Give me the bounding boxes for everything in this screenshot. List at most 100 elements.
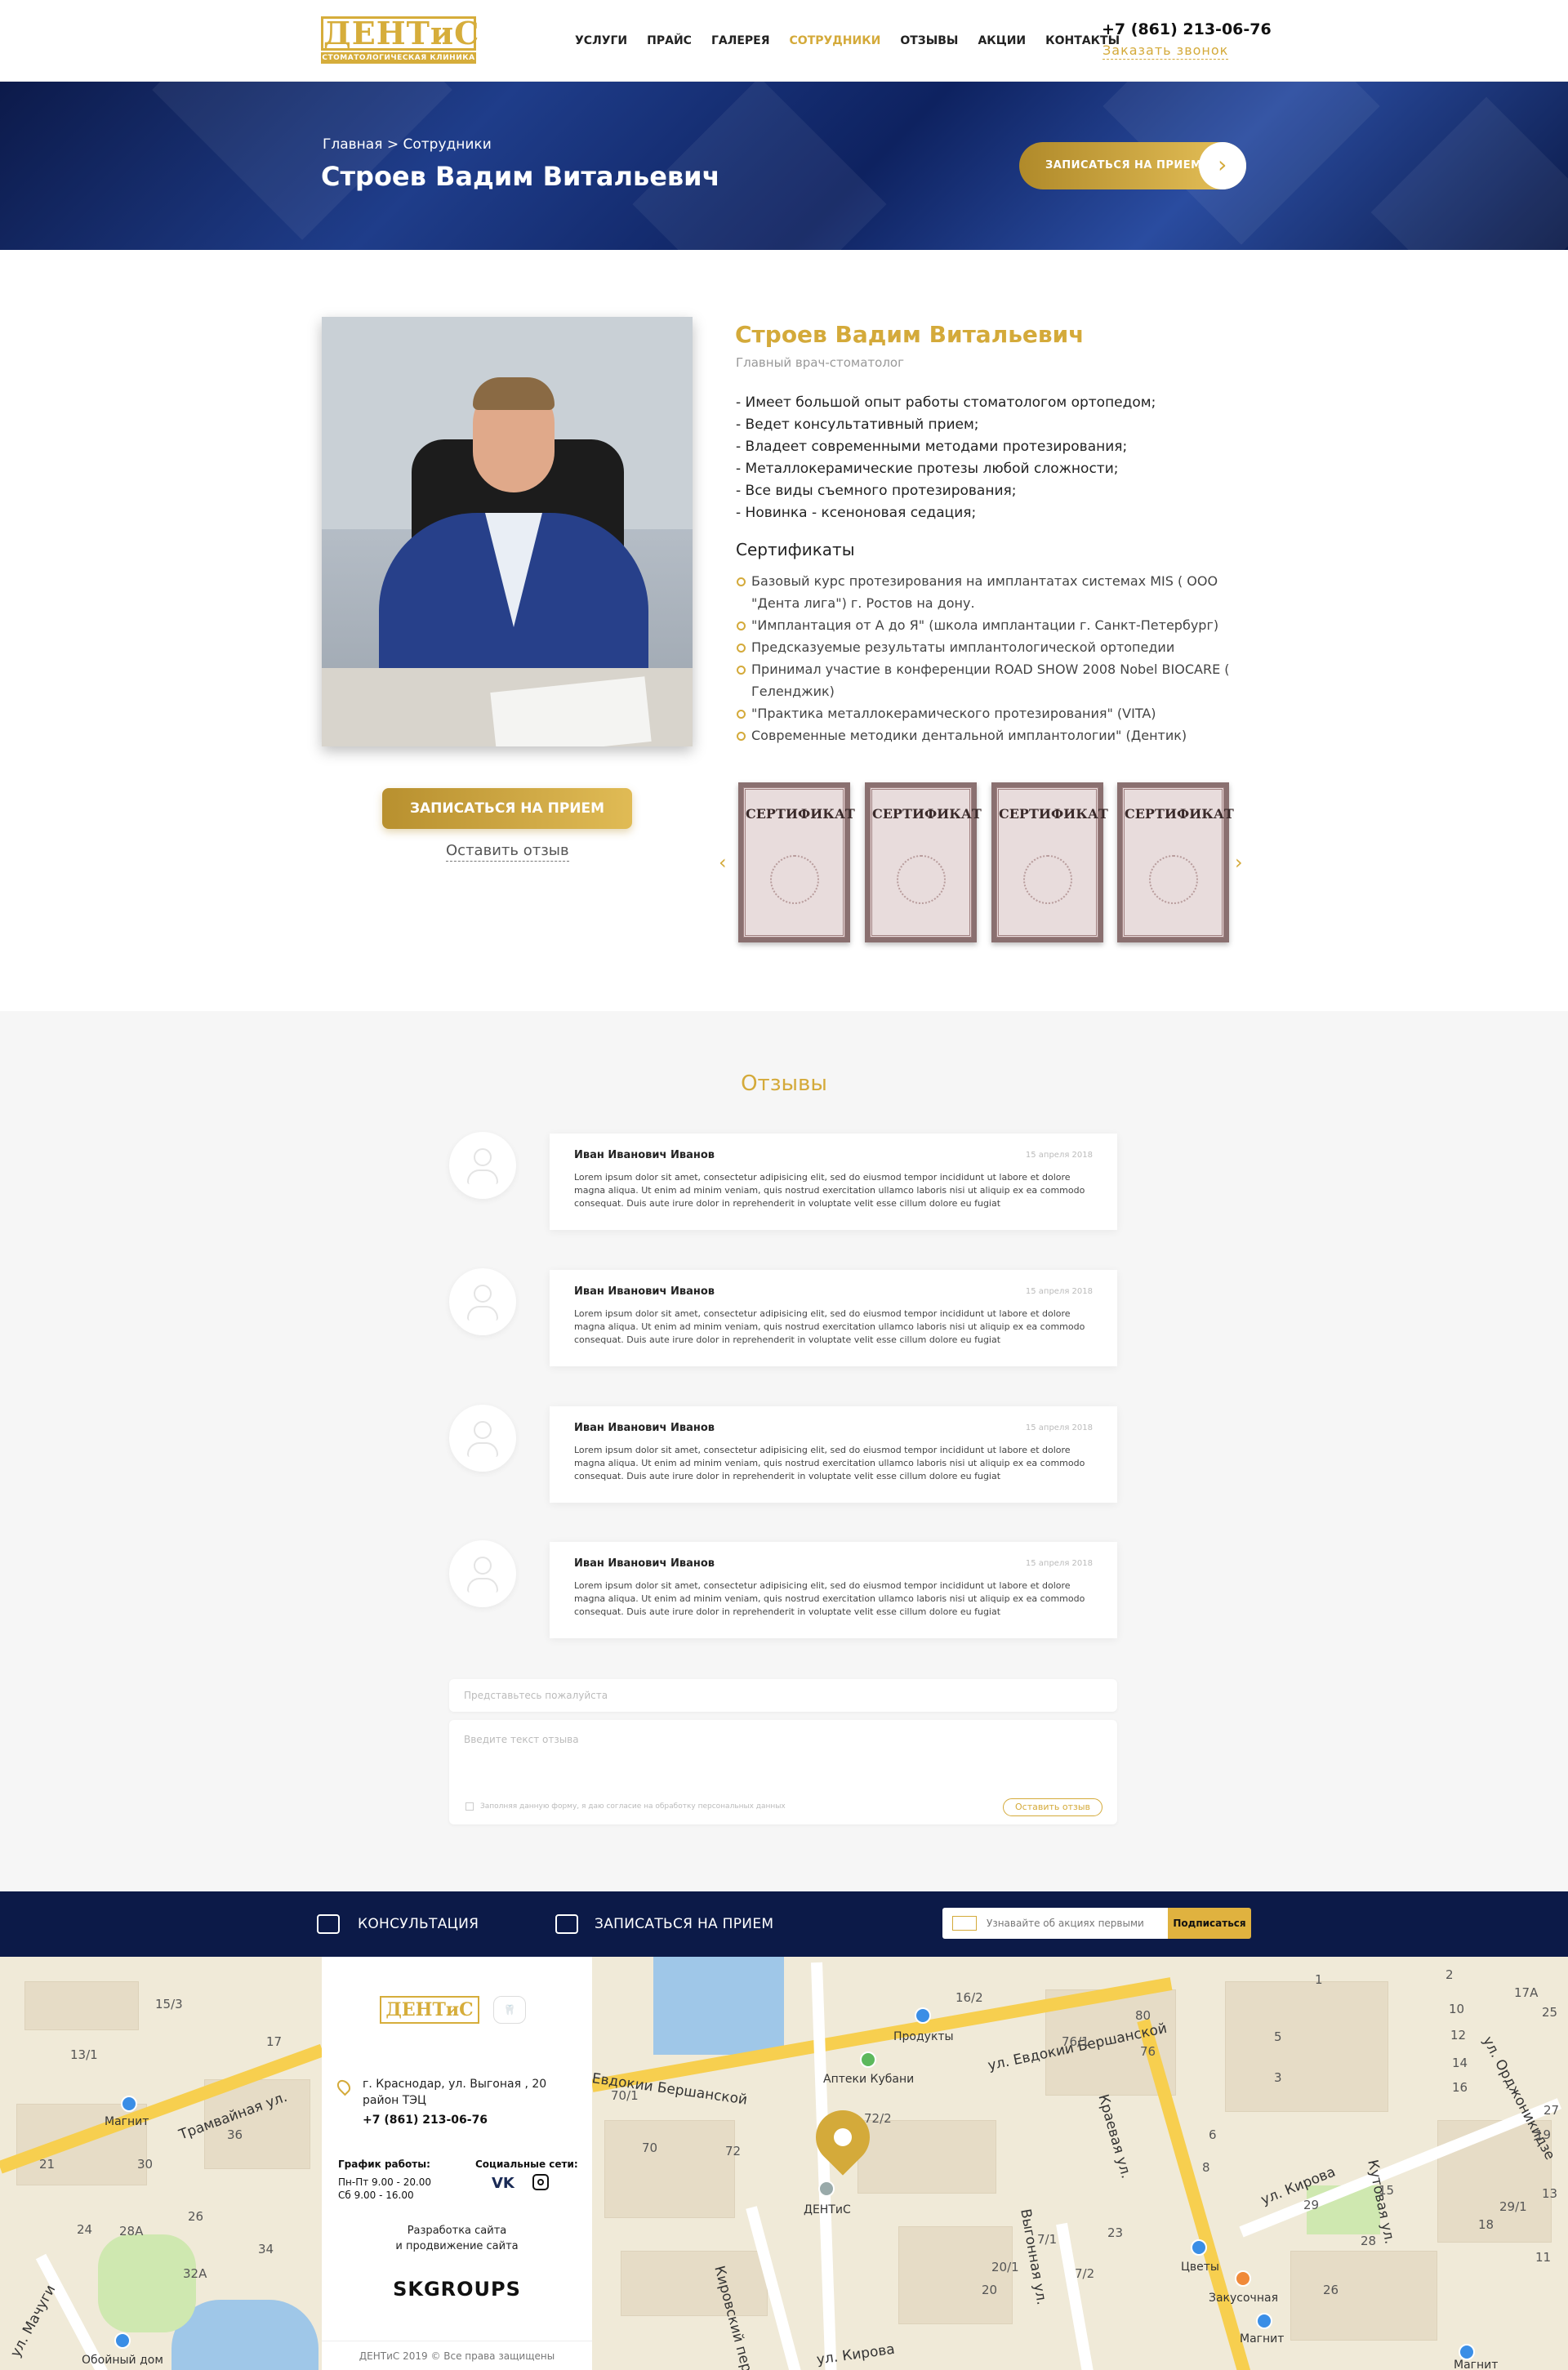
map-road: [1056, 2222, 1105, 2370]
footer-panel: ДЕНТиС 🦷 г. Краснодар, ул. Выгоная , 20 …: [322, 1957, 592, 2370]
review-date: 15 апреля 2018: [1025, 1287, 1093, 1296]
house-number: 18: [1478, 2217, 1494, 2232]
house-number: 17: [266, 2034, 283, 2049]
nav-reviews[interactable]: ОТЗЫВЫ: [900, 33, 958, 49]
review-author: Иван Иванович Иванов: [574, 1285, 715, 1298]
flower-icon[interactable]: [1191, 2239, 1207, 2256]
house-number: 15/3: [155, 1997, 183, 2011]
review-card: Иван Иванович Иванов 15 апреля 2018 Lore…: [550, 1542, 1117, 1638]
tooth-icon: 🦷: [493, 1996, 526, 2024]
doctor-photo: [322, 317, 693, 746]
house-number: 29: [1303, 2198, 1320, 2212]
chevron-right-icon: ›: [1199, 142, 1246, 189]
logo[interactable]: ДЕНТиС СТОМАТОЛОГИЧЕСКАЯ КЛИНИКА: [321, 16, 479, 65]
place-label: Магнит: [105, 2115, 149, 2128]
review-card: Иван Иванович Иванов 15 апреля 2018 Lore…: [550, 1270, 1117, 1366]
page-title: Строев Вадим Витальевич: [321, 161, 720, 192]
house-number: 70: [642, 2141, 658, 2155]
header-phone[interactable]: +7 (861) 213-06-76: [1102, 20, 1272, 39]
house-number: 34: [258, 2242, 274, 2256]
place-label: Продукты: [893, 2030, 954, 2043]
schedule-title: График работы:: [338, 2158, 430, 2170]
hero-banner: Главная > Сотрудники Строев Вадим Виталь…: [0, 82, 1568, 250]
house-number: 5: [1274, 2029, 1282, 2044]
certificate-thumbnail[interactable]: СЕРТИФИКАТ: [1117, 782, 1234, 942]
shop-icon[interactable]: [915, 2007, 931, 2024]
map-block: [1225, 1981, 1388, 2112]
nav-staff[interactable]: СОТРУДНИКИ: [790, 33, 881, 49]
certificate-thumbnail[interactable]: СЕРТИФИКАТ: [865, 782, 982, 942]
logo-subtitle: СТОМАТОЛОГИЧЕСКАЯ КЛИНИКА: [321, 52, 476, 64]
chevron-right-icon[interactable]: ›: [1235, 853, 1243, 872]
shop-icon[interactable]: [1256, 2313, 1272, 2329]
user-icon: [474, 1148, 492, 1166]
place-label: Обойный дом: [82, 2354, 163, 2367]
tooth-icon[interactable]: [818, 2181, 835, 2197]
logo-text: ДЕНТиС: [321, 16, 479, 51]
review-text: Lorem ipsum dolor sit amet, consectetur …: [574, 1172, 1085, 1209]
certificate-thumbnail[interactable]: СЕРТИФИКАТ: [991, 782, 1108, 942]
chat-icon: [317, 1914, 340, 1934]
footer-phone[interactable]: +7 (861) 213-06-76: [363, 2112, 488, 2128]
shop-icon[interactable]: [121, 2096, 137, 2112]
house-number: 6: [1209, 2127, 1217, 2142]
consultation-link[interactable]: КОНСУЛЬТАЦИЯ: [358, 1914, 479, 1934]
skill-item: - Все виды съемного протезирования;: [736, 483, 1017, 499]
nav-promotions[interactable]: АКЦИИ: [978, 33, 1026, 49]
house-number: 15: [1379, 2183, 1395, 2198]
nav-services[interactable]: УСЛУГИ: [575, 33, 627, 49]
pharmacy-icon[interactable]: [860, 2051, 876, 2068]
skill-item: - Металлокерамические протезы любой слож…: [736, 461, 1119, 477]
house-number: 7/1: [1037, 2232, 1058, 2247]
subscribe-button[interactable]: Подписаться: [1168, 1908, 1251, 1939]
callback-link[interactable]: Заказать звонок: [1102, 42, 1229, 60]
shop-icon[interactable]: [114, 2332, 131, 2349]
certificate-item: "Практика металлокерамического протезиро…: [735, 702, 1241, 724]
nav-gallery[interactable]: ГАЛЕРЕЯ: [711, 33, 770, 49]
cta-book-link[interactable]: ЗАПИСАТЬСЯ НА ПРИЕМ: [595, 1914, 773, 1934]
house-number: 72/2: [864, 2111, 892, 2126]
chevron-left-icon[interactable]: ‹: [719, 853, 727, 872]
instagram-icon[interactable]: [532, 2174, 549, 2190]
checkbox-icon[interactable]: [466, 1802, 474, 1811]
skill-item: - Ведет консультативный прием;: [736, 417, 979, 433]
house-number: 36: [227, 2127, 243, 2142]
certificate-ornament: [1148, 855, 1198, 904]
review-name-input[interactable]: Представьтесь пожалуйста: [449, 1679, 1117, 1712]
certificate-thumbnail[interactable]: СЕРТИФИКАТ: [738, 782, 855, 942]
house-number: 80: [1135, 2008, 1152, 2023]
house-number: 16/2: [956, 1990, 983, 2005]
shop-icon[interactable]: [1459, 2344, 1475, 2360]
food-icon[interactable]: [1235, 2270, 1251, 2287]
breadcrumb[interactable]: Главная > Сотрудники: [323, 136, 492, 154]
user-icon: [474, 1285, 492, 1303]
review-date: 15 апреля 2018: [1025, 1559, 1093, 1568]
house-number: 19: [1535, 2127, 1552, 2142]
house-number: 2: [1446, 1967, 1454, 1982]
submit-review-button[interactable]: Оставить отзыв: [1003, 1798, 1102, 1816]
subscribe-input[interactable]: Узнавайте об акциях первыми: [942, 1908, 1169, 1939]
footer-logo[interactable]: ДЕНТиС: [380, 1996, 479, 2024]
certificate-label: СЕРТИФИКАТ: [999, 806, 1108, 822]
consent-checkbox[interactable]: Заполняя данную форму, я даю согласие на…: [466, 1802, 786, 1811]
user-icon: [474, 1421, 492, 1439]
developer-logo[interactable]: SKGROUPS: [322, 2277, 592, 2301]
leave-review-link[interactable]: Оставить отзыв: [446, 841, 569, 862]
house-number: 76/1: [1062, 2034, 1089, 2049]
place-label: Магнит: [1454, 2359, 1499, 2370]
vk-icon[interactable]: VK: [492, 2176, 514, 2192]
location-icon: [334, 2077, 354, 2096]
review-author: Иван Иванович Иванов: [574, 1422, 715, 1434]
review-author: Иван Иванович Иванов: [574, 1557, 715, 1570]
calendar-icon: [555, 1914, 578, 1934]
avatar: [449, 1405, 516, 1472]
book-appointment-button[interactable]: ЗАПИСАТЬСЯ НА ПРИЕМ: [382, 788, 632, 829]
house-number: 26: [188, 2209, 204, 2224]
house-number: 7/2: [1075, 2266, 1095, 2281]
house-number: 11: [1535, 2250, 1552, 2265]
user-icon-body: [467, 1442, 498, 1457]
map[interactable]: Трамвайная ул. ул. Евдокии Бершанской Ев…: [0, 1957, 1568, 2370]
hero-book-button[interactable]: ЗАПИСАТЬСЯ НА ПРИЕМ ›: [1019, 142, 1246, 189]
nav-price[interactable]: ПРАЙС: [647, 33, 692, 49]
house-number: 26: [1323, 2283, 1339, 2297]
